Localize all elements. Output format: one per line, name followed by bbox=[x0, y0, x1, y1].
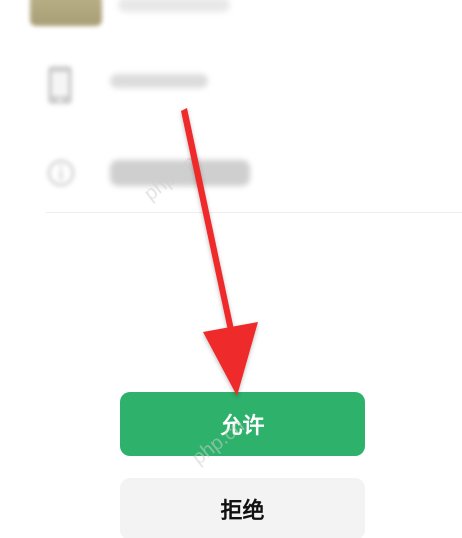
permission-dialog: php.cn 允许 拒绝 php.cn bbox=[0, 0, 462, 538]
blurred-row-text bbox=[110, 74, 208, 88]
permission-row-phone bbox=[0, 56, 462, 116]
phone-icon bbox=[48, 66, 72, 104]
allow-button-label: 允许 bbox=[220, 414, 265, 439]
allow-button[interactable]: 允许 bbox=[120, 392, 365, 456]
app-thumbnail-image bbox=[30, 0, 102, 26]
blurred-row-text bbox=[118, 0, 230, 12]
deny-button[interactable]: 拒绝 bbox=[120, 478, 365, 538]
divider bbox=[46, 212, 462, 213]
deny-button-label: 拒绝 bbox=[220, 499, 265, 524]
info-icon bbox=[47, 159, 75, 187]
permission-row-top bbox=[0, 0, 462, 34]
permission-row-info bbox=[0, 140, 462, 210]
blurred-row-text bbox=[110, 160, 250, 186]
